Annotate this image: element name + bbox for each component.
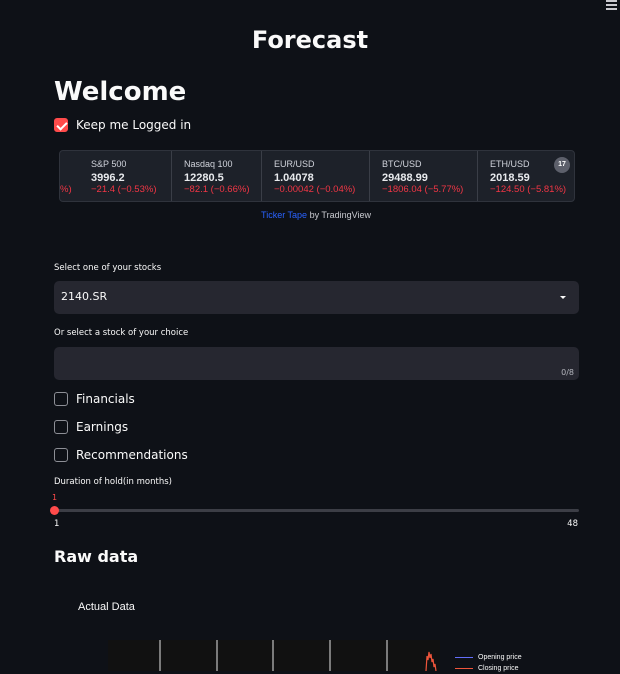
checkbox-unchecked-icon[interactable] (54, 420, 68, 434)
chart-plot-area (108, 640, 440, 671)
legend-item[interactable]: Opening price (455, 652, 522, 663)
ticker-price: 12280.5 (184, 172, 224, 184)
stock-select-label: Select one of your stocks (54, 263, 162, 273)
checkbox-checked-icon[interactable] (54, 118, 68, 132)
hold-duration-label: Duration of hold(in months) (54, 477, 172, 487)
ticker-change: −124.50 (−5.81%) (490, 184, 567, 195)
welcome-heading: Welcome (54, 77, 187, 107)
ticker-change: −82.1 (−0.66%) (184, 184, 250, 195)
ticker-attribution: Ticker Tape by TradingView (0, 210, 620, 220)
slider-thumb[interactable] (50, 506, 59, 515)
ticker-item[interactable]: EUR/USD 1.04078 −0.00042 (−0.04%) (261, 151, 370, 201)
raw-data-heading: Raw data (54, 547, 139, 566)
chart-title: Actual Data (78, 601, 135, 613)
hamburger-menu-icon[interactable] (606, 0, 617, 10)
ticker-tape-link[interactable]: Ticker Tape (261, 210, 307, 220)
ticker-change: −21.4 (−0.53%) (91, 184, 157, 195)
caret-down-icon[interactable] (560, 296, 566, 299)
earnings-checkbox[interactable]: Earnings (54, 420, 128, 434)
legend-item[interactable]: Closing price (455, 663, 522, 674)
legend-line-icon (455, 667, 473, 670)
attribution-text: by TradingView (307, 210, 371, 220)
checkbox-unchecked-icon[interactable] (54, 448, 68, 462)
slider-max-label: 48 (567, 519, 578, 529)
ticker-name: Nasdaq 100 (184, 159, 233, 169)
ticker-price: 1.04078 (274, 172, 314, 184)
recommendations-checkbox[interactable]: Recommendations (54, 448, 188, 462)
ticker-name: BTC/USD (382, 159, 422, 169)
ticker-item[interactable]: Nasdaq 100 12280.5 −82.1 (−0.66%) (171, 151, 262, 201)
custom-stock-input[interactable]: 0/8 (54, 347, 579, 380)
financials-label: Financials (76, 392, 135, 406)
char-counter: 0/8 (561, 368, 574, 377)
tradingview-logo-icon[interactable]: 17 (554, 157, 570, 173)
page-title: Forecast (251, 26, 369, 54)
recommendations-label: Recommendations (76, 448, 188, 462)
hold-duration-slider[interactable] (54, 509, 579, 512)
stock-select-value: 2140.SR (61, 290, 108, 303)
ticker-name: ETH/USD (490, 159, 530, 169)
ticker-price: 3996.2 (91, 172, 125, 184)
ticker-item[interactable]: S&P 500 3996.2 −21.4 (−0.53%) (79, 151, 171, 201)
ticker-tape[interactable]: %) S&P 500 3996.2 −21.4 (−0.53%) Nasdaq … (59, 150, 575, 202)
financials-checkbox[interactable]: Financials (54, 392, 135, 406)
ticker-lead-change: %) (60, 184, 72, 195)
legend-label: Opening price (478, 654, 522, 661)
ticker-price: 2018.59 (490, 172, 530, 184)
keep-logged-in-checkbox[interactable]: Keep me Logged in (54, 118, 191, 132)
ticker-price: 29488.99 (382, 172, 428, 184)
slider-min-label: 1 (54, 519, 60, 529)
ticker-change: −0.00042 (−0.04%) (274, 184, 356, 195)
earnings-label: Earnings (76, 420, 129, 434)
ticker-name: EUR/USD (274, 159, 315, 169)
stock-select[interactable]: 2140.SR (54, 281, 579, 314)
checkbox-unchecked-icon[interactable] (54, 392, 68, 406)
keep-logged-in-label: Keep me Logged in (76, 118, 192, 132)
actual-data-chart[interactable] (0, 640, 620, 671)
slider-current-value: 1 (52, 493, 58, 502)
ticker-change: −1806.04 (−5.77%) (382, 184, 464, 195)
ticker-name: S&P 500 (91, 159, 127, 169)
custom-stock-label: Or select a stock of your choice (54, 328, 189, 338)
ticker-item[interactable]: BTC/USD 29488.99 −1806.04 (−5.77%) (369, 151, 478, 201)
legend-line-icon (455, 656, 473, 659)
